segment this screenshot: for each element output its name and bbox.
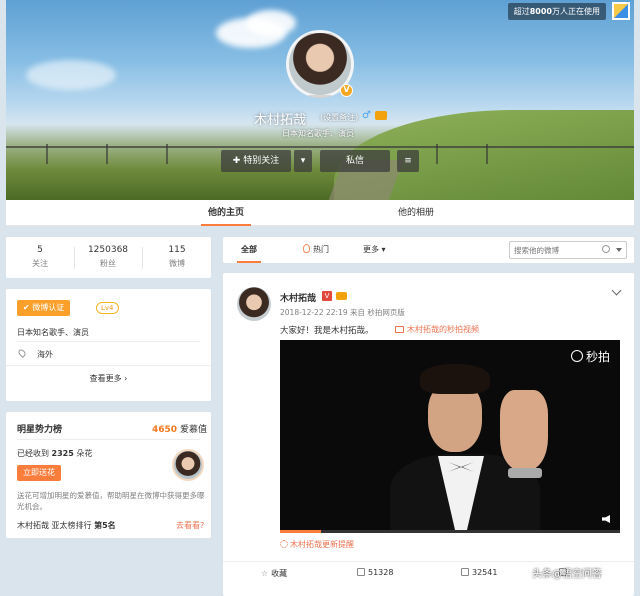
fire-icon xyxy=(303,244,310,253)
clock-icon xyxy=(570,350,583,362)
stat-number: 115 xyxy=(168,245,186,255)
info-card: ✔ 微博认证 Lv4 日本知名歌手、演员 海外 查看更多 › xyxy=(6,289,211,401)
cloud xyxy=(26,60,116,90)
post-meta: 2018-12-22 22:19 来自 秒拍网页版 xyxy=(280,308,405,317)
filter-all[interactable]: 全部 xyxy=(237,237,261,263)
star-power-title: 明星势力榜 xyxy=(17,425,63,435)
watermark: 头条@悟空问答 xyxy=(517,565,602,580)
send-flowers-note: 送花可增加明星的爱慕值，帮助明星在微博中获得更多曝光机会。 xyxy=(17,491,205,511)
post-author[interactable]: 木村拓哉 xyxy=(280,291,316,304)
waving-hand xyxy=(500,390,548,470)
video-player[interactable]: 秒拍 xyxy=(280,340,620,533)
video-progress-bar[interactable] xyxy=(280,530,620,533)
stat-number: 1250368 xyxy=(87,245,129,255)
location-text: 海外 xyxy=(37,350,53,359)
male-icon: ♂ xyxy=(362,110,371,121)
search-box xyxy=(509,241,627,259)
view-more-link[interactable]: 查看更多 › xyxy=(6,373,211,384)
weibo-post: 木村拓哉 V 2018-12-22 22:19 来自 秒拍网页版 大家好！我是木… xyxy=(223,273,634,596)
feed-filter-bar: 全部 热门 更多 ▾ xyxy=(223,237,634,263)
video-link[interactable]: 木村拓哉的秒拍视频 xyxy=(395,324,479,335)
video-icon xyxy=(395,326,404,333)
tab-home[interactable]: 他的主页 xyxy=(201,200,251,226)
send-flowers-button[interactable]: 立即送花 xyxy=(17,465,61,481)
divider xyxy=(17,341,200,342)
post-text: 大家好！我是木村拓哉。 xyxy=(280,326,374,336)
update-reminder-link[interactable]: 木村拓哉更新提醒 xyxy=(280,539,354,550)
volume-icon[interactable] xyxy=(602,515,610,523)
certification-description: 日本知名歌手、演员 xyxy=(17,328,89,337)
stat-following[interactable]: 5 关注 xyxy=(6,245,74,269)
stat-posts[interactable]: 115 微博 xyxy=(143,245,211,269)
flowers-received: 已经收到 2325 朵花 xyxy=(17,449,93,458)
crown-icon xyxy=(375,111,387,120)
search-input[interactable] xyxy=(510,242,600,258)
admiration-value: 4650 爱慕值 xyxy=(152,425,207,435)
profile-description: 日本知名歌手、演员 xyxy=(282,129,354,138)
search-icon[interactable] xyxy=(602,245,610,253)
crown-icon xyxy=(336,292,347,300)
profile-name: 木村拓哉 xyxy=(254,113,307,128)
menu-button[interactable]: ≡ xyxy=(397,150,419,172)
stat-followers[interactable]: 1250368 粉丝 xyxy=(74,245,142,269)
share-icon xyxy=(357,568,365,576)
filter-hot[interactable]: 热门 xyxy=(303,237,329,263)
verified-icon: V xyxy=(340,84,353,97)
message-button[interactable]: 私信 xyxy=(320,150,390,172)
stat-label: 微博 xyxy=(169,259,185,268)
verified-icon: V xyxy=(322,291,332,301)
video-progress-fill xyxy=(280,530,321,533)
cloud xyxy=(246,10,296,36)
divider xyxy=(17,439,200,440)
stat-label: 粉丝 xyxy=(100,259,116,268)
reminder-icon xyxy=(280,540,288,548)
profile-tabs: 他的主页 他的相册 xyxy=(6,200,634,226)
location-icon xyxy=(17,348,27,358)
filter-more[interactable]: 更多 ▾ xyxy=(363,237,386,263)
share-button[interactable]: 51328 xyxy=(357,568,393,577)
hair xyxy=(420,364,490,394)
watermark-icon xyxy=(517,567,529,579)
wristwatch xyxy=(508,468,542,478)
fence-post xyxy=(46,144,48,164)
rank-text: 木村拓哉 亚太榜排行 第5名 xyxy=(17,521,116,530)
miaopai-logo: 秒拍 xyxy=(570,348,610,365)
weibo-certified-badge[interactable]: ✔ 微博认证 xyxy=(17,300,71,316)
fence-post xyxy=(166,144,168,164)
chevron-down-icon[interactable] xyxy=(616,248,622,252)
follow-dropdown-button[interactable]: ▾ xyxy=(294,150,312,172)
chevron-down-icon[interactable] xyxy=(611,285,622,296)
star-avatar[interactable] xyxy=(172,449,204,481)
see-ranking-link[interactable]: 去看看? xyxy=(176,520,204,531)
favorite-button[interactable]: ☆ 收藏 xyxy=(261,568,287,579)
fence-post xyxy=(436,144,438,164)
fence-post xyxy=(106,144,108,164)
user-count-badge: 超过8000万人正在使用 xyxy=(507,3,606,20)
stat-label: 关注 xyxy=(32,259,48,268)
divider xyxy=(6,365,211,366)
star-power-card: 明星势力榜 4650 爱慕值 已经收到 2325 朵花 立即送花 送花可增加明星… xyxy=(6,412,211,538)
level-badge[interactable]: Lv4 xyxy=(96,302,119,314)
comment-button[interactable]: 32541 xyxy=(461,568,497,577)
app-icon[interactable] xyxy=(612,2,630,20)
stats-card: 5 关注 1250368 粉丝 115 微博 xyxy=(6,237,211,278)
special-follow-button[interactable]: ✚ 特别关注 xyxy=(221,150,291,172)
comment-icon xyxy=(461,568,469,576)
post-avatar[interactable] xyxy=(237,287,271,321)
fence-post xyxy=(486,144,488,164)
star-icon: ☆ xyxy=(261,569,269,578)
set-remark-link[interactable]: (设置备注) xyxy=(320,112,358,123)
stat-number: 5 xyxy=(37,245,43,255)
tab-album[interactable]: 他的相册 xyxy=(391,200,441,226)
